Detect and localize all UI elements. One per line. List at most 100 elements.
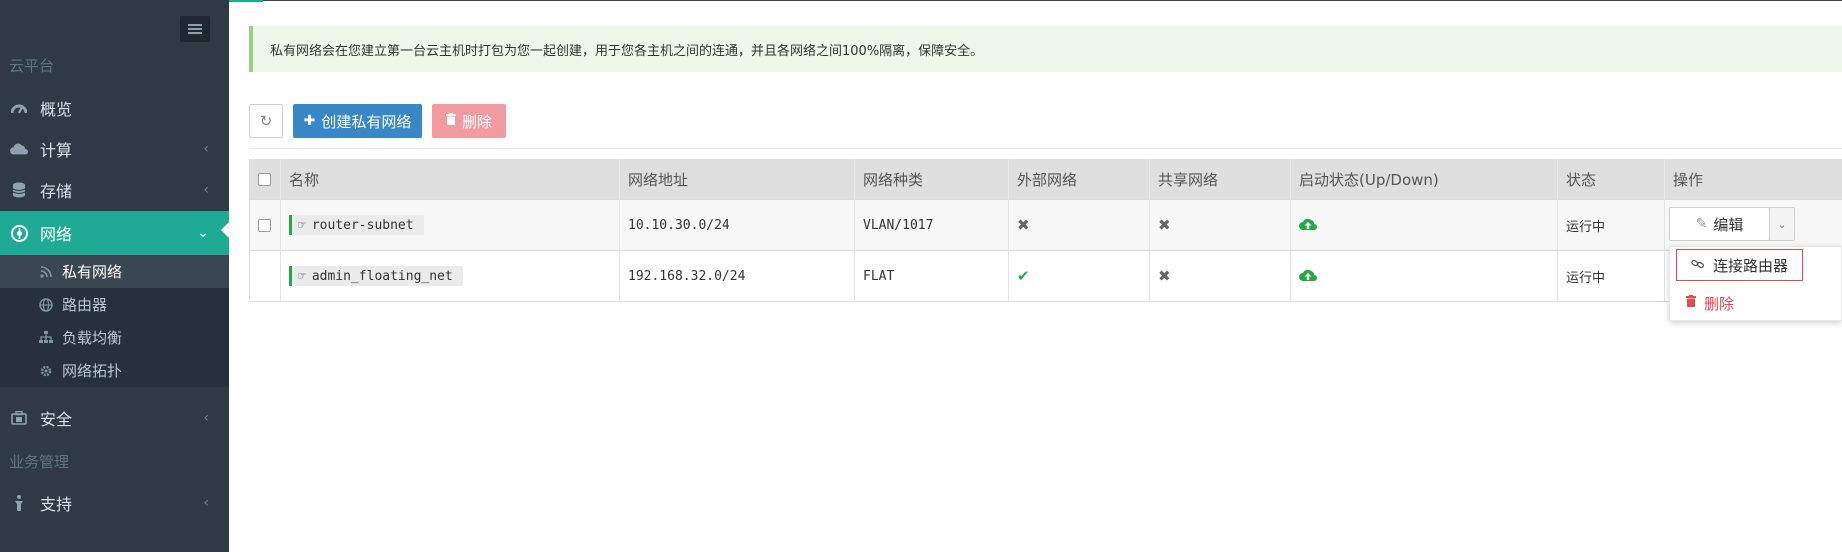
hand-pointer-icon: ☞ [298,268,306,284]
sidebar-sub-label: 路由器 [62,296,108,314]
active-indicator [221,222,229,238]
cloud-upload-icon [1299,217,1317,234]
status-cell: 运行中 [1557,199,1665,251]
toolbar-divider [249,148,1842,149]
row-checkbox[interactable] [258,218,271,232]
sidebar-item-storage[interactable]: 存储 ‹ [0,171,229,209]
select-all-cell [249,159,281,200]
delete-label: 删除 [461,112,492,131]
rss-icon [38,264,54,280]
name-cell: ☞ admin_floating_net [280,250,620,302]
database-icon [10,181,28,199]
sidebar: 云平台 概览 计算 ‹ 存储 ‹ 网络 ⌄ 私有网络 路由器 负载均衡 网络拓扑… [0,0,229,552]
sidebar-item-network[interactable]: 网络 ⌄ [0,211,229,255]
create-network-button[interactable]: ✚ 创建私有网络 [293,104,422,138]
external-cell: ✖ [1008,199,1150,251]
header-accent [229,0,263,2]
address-cell: 192.168.32.0/24 [619,250,855,302]
sidebar-section-business: 业务管理 [9,453,70,471]
table-row: ☞ admin_floating_net 192.168.32.0/24 FLA… [249,250,1842,302]
address-cell: 10.10.30.0/24 [619,199,855,251]
shared-cell: ✖ [1149,250,1291,302]
sidebar-item-private-network[interactable]: 私有网络 [0,255,229,288]
column-header-address: 网络地址 [619,159,855,200]
sidebar-item-label: 存储 [40,182,73,201]
chevron-left-icon: ‹ [203,410,209,426]
edit-button[interactable]: ✎ 编辑 [1669,207,1770,241]
info-alert: 私有网络会在您建立第一台云主机时打包为您一起创建，用于您各主机之间的连通，并且各… [249,26,1842,72]
edit-icon: ✎ [1695,216,1708,232]
header-divider [229,0,1842,1]
sidebar-item-label: 概览 [40,100,73,119]
support-icon [10,494,28,512]
dashboard-icon [10,99,28,117]
delete-button[interactable]: 删除 [432,104,506,138]
actions-dropdown-toggle[interactable]: ⌄ [1769,207,1795,241]
edit-label: 编辑 [1713,215,1744,234]
network-name-link[interactable]: ☞ router-subnet [289,215,424,235]
hand-pointer-icon: ☞ [298,217,306,233]
info-alert-text: 私有网络会在您建立第一台云主机时打包为您一起创建，用于您各主机之间的连通，并且各… [270,43,984,59]
table-row: ☞ router-subnet 10.10.30.0/24 VLAN/1017 … [249,199,1842,251]
network-table: 名称 网络地址 网络种类 外部网络 共享网络 启动状态(Up/Down) 状态 … [249,159,1842,302]
sidebar-item-security[interactable]: 安全 ‹ [0,399,229,437]
status-cell: 运行中 [1557,250,1665,302]
cross-icon: ✖ [1017,216,1030,234]
menu-toggle-icon[interactable] [180,16,210,42]
chevron-left-icon: ‹ [203,495,209,511]
column-header-admin-state: 启动状态(Up/Down) [1290,159,1558,200]
sidebar-item-load-balancer[interactable]: 负载均衡 [0,321,229,354]
shield-icon [10,409,28,427]
column-header-shared: 共享网络 [1149,159,1291,200]
refresh-icon: ↻ [259,112,273,130]
network-icon [10,224,28,242]
chevron-down-icon: ⌄ [197,225,209,241]
cross-icon: ✖ [1158,216,1171,234]
connect-router-label: 连接路由器 [1713,256,1789,275]
cloud-upload-icon [1299,268,1317,285]
external-cell: ✔ [1008,250,1150,302]
sitemap-icon [38,330,54,346]
admin-state-cell [1290,250,1558,302]
sidebar-item-support[interactable]: 支持 ‹ [0,484,229,522]
menu-item-delete[interactable]: 删除 [1676,287,1734,319]
actions-dropdown-menu: 连接路由器 删除 [1669,246,1842,321]
column-header-type: 网络种类 [854,159,1009,200]
sidebar-item-label: 网络 [40,225,73,244]
sidebar-item-label: 安全 [40,410,73,429]
cross-icon: ✖ [1158,267,1171,285]
admin-state-cell [1290,199,1558,251]
sidebar-sub-label: 私有网络 [62,263,123,281]
network-submenu: 私有网络 路由器 负载均衡 网络拓扑 [0,255,229,387]
sidebar-item-topology[interactable]: 网络拓扑 [0,354,229,387]
check-icon: ✔ [1017,267,1030,285]
sidebar-item-router[interactable]: 路由器 [0,288,229,321]
chevron-left-icon: ‹ [203,141,209,157]
column-header-status: 状态 [1557,159,1665,200]
globe-icon [38,297,54,313]
sidebar-item-compute[interactable]: 计算 ‹ [0,130,229,168]
sidebar-item-label: 计算 [40,141,73,160]
row-select-cell [249,199,281,251]
network-name: admin_floating_net [311,268,453,284]
row-select-cell [249,250,281,302]
sidebar-sub-label: 网络拓扑 [62,362,123,380]
network-name-link[interactable]: ☞ admin_floating_net [289,266,463,286]
name-cell: ☞ router-subnet [280,199,620,251]
cloud-icon [10,140,28,158]
sidebar-item-overview[interactable]: 概览 [0,89,229,127]
type-cell: FLAT [854,250,1009,302]
menu-item-connect-router[interactable]: 连接路由器 [1676,249,1803,281]
create-network-label: 创建私有网络 [321,112,412,131]
shared-cell: ✖ [1149,199,1291,251]
column-header-actions: 操作 [1664,159,1842,200]
trash-icon [445,113,456,129]
select-all-checkbox[interactable] [258,173,271,186]
chevron-down-icon: ⌄ [1777,217,1787,231]
refresh-button[interactable]: ↻ [249,104,283,138]
column-header-name: 名称 [280,159,620,200]
menu-delete-label: 删除 [1704,294,1735,313]
sidebar-item-label: 支持 [40,495,73,514]
table-header-row: 名称 网络地址 网络种类 外部网络 共享网络 启动状态(Up/Down) 状态 … [249,159,1842,200]
chevron-left-icon: ‹ [203,182,209,198]
